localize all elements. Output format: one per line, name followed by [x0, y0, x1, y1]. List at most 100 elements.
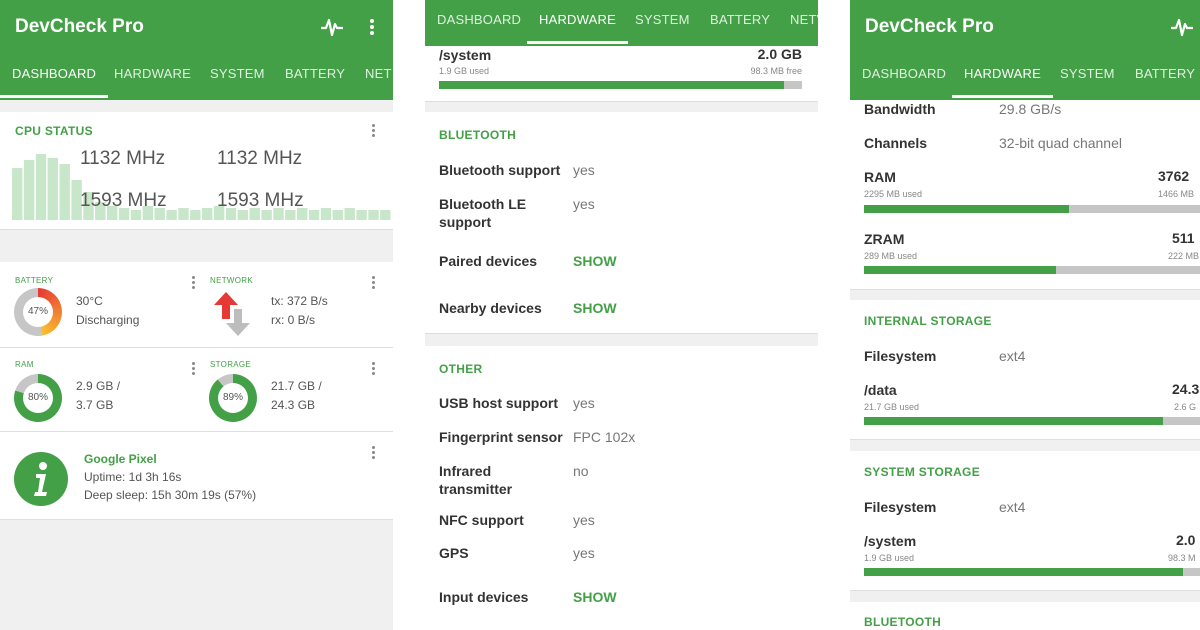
battery-title: BATTERY	[15, 276, 54, 285]
cpu-history-bar	[368, 210, 379, 220]
cpu-status-card[interactable]: CPU STATUS 1132 MHz 1132 MHz 1593 MHz 15…	[0, 112, 393, 230]
battery-menu-icon[interactable]	[192, 276, 196, 290]
usb-host-value: yes	[573, 395, 595, 411]
device-menu-icon[interactable]	[372, 446, 376, 460]
system-path: /system	[864, 533, 917, 549]
card-menu-icon[interactable]	[372, 124, 376, 138]
cpu-history-bar	[190, 210, 201, 220]
bluetooth-le-value: yes	[573, 196, 595, 212]
storage-menu-icon[interactable]	[372, 362, 376, 376]
battery-status: Discharging	[76, 313, 140, 327]
storage-ring[interactable]: 89%	[209, 374, 257, 422]
bluetooth-le-label: Bluetooth LE	[439, 196, 527, 212]
network-menu-icon[interactable]	[372, 276, 376, 290]
system-total: 2.0	[1176, 532, 1196, 548]
ram-used-value: 2295 MB used	[864, 189, 923, 199]
infrared-label-2: transmitter	[439, 481, 513, 497]
channels-label: Channels	[864, 135, 928, 151]
cpu-history-bar	[47, 158, 58, 220]
ram-ring[interactable]: 80%	[14, 374, 62, 422]
tab-hardware[interactable]: HARDWARE	[952, 66, 1053, 98]
tab-system[interactable]: SYSTEM	[210, 66, 265, 98]
storage-total: 24.3 GB	[271, 398, 316, 412]
dashboard-screen: DevCheck Pro DASHBOARD HARDWARE SYSTEM B…	[0, 0, 393, 630]
system-free: 98.3 MB free	[750, 66, 802, 76]
data-used: 21.7 GB used	[864, 402, 920, 412]
input-devices-label: Input devices	[439, 589, 529, 605]
ram-label: RAM	[864, 169, 896, 185]
other-title: OTHER	[439, 362, 483, 376]
system-fs-label: Filesystem	[864, 499, 937, 515]
network-traffic-icon[interactable]	[214, 292, 250, 336]
ram-used: 2.9 GB /	[76, 379, 121, 393]
system-storage-bar-fill	[439, 81, 784, 89]
bluetooth-card: BLUETOOTH	[850, 602, 1200, 630]
tab-network[interactable]: NETV	[790, 12, 818, 44]
tab-bar: DASHBOARD HARDWARE SYSTEM BATTERY NET	[0, 66, 393, 98]
system-fs-value: ext4	[999, 499, 1026, 515]
cpu-core-freq-4: 1593 MHz	[217, 190, 304, 211]
network-rx: rx: 0 B/s	[271, 313, 316, 327]
device-info-card[interactable]: Google Pixel Uptime: 1d 3h 16s Deep slee…	[0, 432, 393, 520]
cpu-history-bar	[12, 168, 23, 220]
cpu-history-bar	[59, 164, 70, 220]
cpu-history-bar	[332, 210, 343, 220]
tab-dashboard[interactable]: DASHBOARD	[862, 66, 946, 98]
tab-system[interactable]: SYSTEM	[635, 12, 690, 44]
bluetooth-support-value: yes	[573, 162, 595, 178]
pulse-icon[interactable]	[1170, 15, 1194, 39]
cpu-history-bar	[344, 208, 355, 220]
cpu-history-bar	[166, 210, 177, 220]
zram-bar-fill	[864, 266, 1056, 274]
internal-fs-label: Filesystem	[864, 348, 937, 364]
system-storage-bar-fill	[864, 568, 1184, 576]
tab-network[interactable]: NET	[365, 66, 392, 98]
tab-system[interactable]: SYSTEM	[1060, 66, 1115, 98]
nearby-devices-label: Nearby devices	[439, 300, 542, 316]
data-storage-bar	[864, 417, 1200, 425]
nfc-label: NFC support	[439, 512, 524, 528]
battery-temperature: 30°C	[76, 294, 103, 308]
tab-dashboard[interactable]: DASHBOARD	[0, 66, 109, 98]
bandwidth-label: Bandwidth	[864, 101, 936, 117]
cpu-core-freq-3: 1593 MHz	[80, 190, 167, 211]
paired-devices-show-button[interactable]: SHOW	[573, 253, 617, 269]
device-deep-sleep: Deep sleep: 15h 30m 19s (57%)	[84, 488, 257, 502]
ram-bar	[864, 205, 1200, 213]
system-storage-card[interactable]: /system 2.0 GB 1.9 GB used 98.3 MB free	[425, 46, 818, 102]
ram-total: 3.7 GB	[76, 398, 114, 412]
input-devices-show-button[interactable]: SHOW	[573, 589, 617, 605]
battery-percent: 47%	[27, 306, 48, 317]
system-storage-card[interactable]: SYSTEM STORAGE Filesystem ext4 /system 2…	[850, 451, 1200, 591]
tab-dashboard[interactable]: DASHBOARD	[437, 12, 521, 44]
pulse-icon[interactable]	[320, 15, 344, 39]
hardware-screen: DASHBOARD HARDWARE SYSTEM BATTERY NETV /…	[425, 0, 818, 630]
tab-battery[interactable]: BATTERY	[710, 12, 770, 44]
tab-hardware[interactable]: HARDWARE	[527, 12, 628, 44]
bluetooth-title: BLUETOOTH	[864, 615, 942, 629]
more-options-icon[interactable]	[369, 15, 375, 39]
system-storage-bar	[864, 568, 1200, 576]
infrared-value: no	[573, 463, 589, 479]
infrared-label: Infrared	[439, 463, 492, 479]
nfc-value: yes	[573, 512, 595, 528]
system-used: 1.9 GB used	[439, 66, 490, 76]
zram-total-value: 511	[1172, 230, 1195, 246]
zram-free-value: 222 MB	[1168, 251, 1200, 261]
cpu-history-bar	[23, 160, 35, 220]
system-storage-title: SYSTEM STORAGE	[864, 465, 980, 479]
battery-ring[interactable]: 47%	[14, 288, 62, 336]
data-free: 2.6 G	[1174, 402, 1197, 412]
ram-total-value: 3762	[1158, 168, 1190, 184]
ram-menu-icon[interactable]	[192, 362, 196, 376]
device-name: Google Pixel	[84, 452, 157, 466]
internal-storage-card[interactable]: INTERNAL STORAGE Filesystem ext4 /data 2…	[850, 300, 1200, 440]
data-path: /data	[864, 382, 897, 398]
tab-battery[interactable]: BATTERY	[285, 66, 345, 98]
nearby-devices-show-button[interactable]: SHOW	[573, 300, 617, 316]
fingerprint-label: Fingerprint sensor	[439, 429, 563, 445]
app-bar: DevCheck Pro DASHBOARD HARDWARE SYSTEM B…	[0, 0, 393, 100]
cpu-history-bar	[35, 154, 47, 220]
tab-hardware[interactable]: HARDWARE	[114, 66, 191, 98]
tab-battery[interactable]: BATTERY	[1135, 66, 1195, 98]
